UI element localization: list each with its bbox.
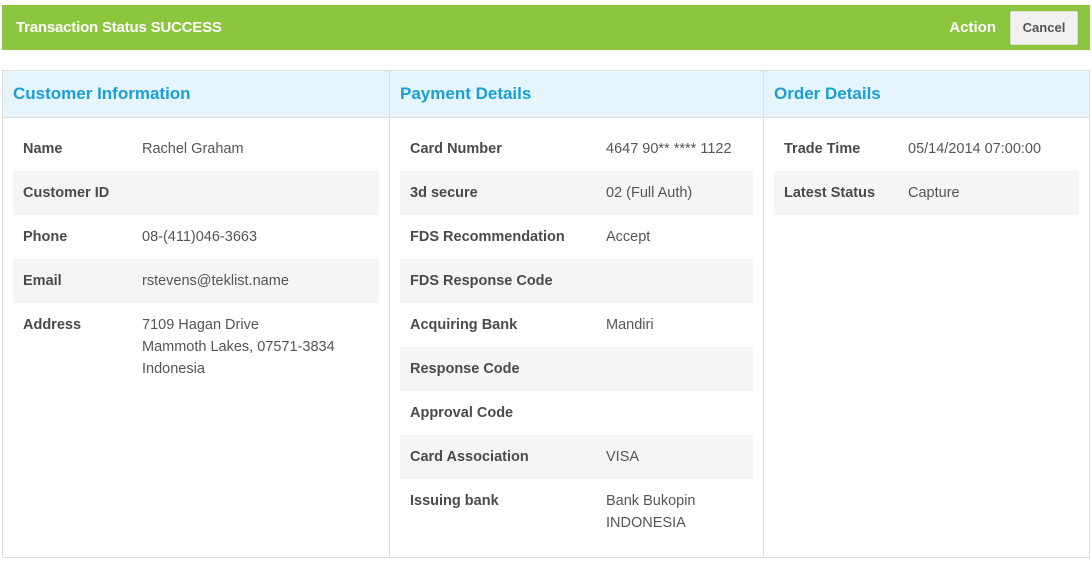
issuing-bank-value: Bank Bukopin INDONESIA [606,493,696,531]
latest-status-label: Latest Status [784,185,876,201]
customer-information-header: Customer Information [3,71,389,118]
3d-secure-label: 3d secure [410,185,478,201]
trade-time-row: Trade Time 05/14/2014 07:00:00 [774,127,1079,171]
header-actions: Action Cancel [949,5,1090,50]
fds-recommendation-value: Accept [606,229,651,245]
action-label[interactable]: Action [949,19,996,36]
payment-details-heading: Payment Details [400,84,532,103]
customer-address-value: 7109 Hagan Drive Mammoth Lakes, 07571-38… [142,317,335,377]
customer-email-value: rstevens@teklist.name [142,273,289,289]
card-association-row: Card Association VISA [400,435,753,479]
3d-secure-value: 02 (Full Auth) [606,185,693,201]
transaction-details: Customer Information Name Rachel Graham … [2,70,1090,558]
customer-phone-row: Phone 08-(411)046-3663 [13,215,379,259]
card-number-row: Card Number 4647 90** **** 1122 [400,127,753,171]
acquiring-bank-row: Acquiring Bank Mandiri [400,303,753,347]
response-code-row: Response Code [400,347,753,391]
customer-id-label: Customer ID [23,185,110,201]
trade-time-value: 05/14/2014 07:00:00 [908,141,1042,157]
customer-information-list: Name Rachel Graham Customer ID Phone 08-… [3,118,389,391]
customer-information-panel: Customer Information Name Rachel Graham … [3,71,390,557]
fds-response-code-label: FDS Response Code [410,273,553,289]
payment-details-header: Payment Details [390,71,763,118]
customer-name-label: Name [23,141,63,157]
card-association-value: VISA [606,449,640,465]
order-details-panel: Order Details Trade Time 05/14/2014 07:0… [764,71,1089,557]
trade-time-label: Trade Time [784,141,861,157]
customer-name-row: Name Rachel Graham [13,127,379,171]
approval-code-label: Approval Code [410,405,514,421]
response-code-label: Response Code [410,361,520,377]
customer-email-label: Email [23,273,62,289]
acquiring-bank-label: Acquiring Bank [410,317,518,333]
order-details-heading: Order Details [774,84,881,103]
customer-phone-label: Phone [23,229,68,245]
customer-address-label: Address [23,317,82,333]
transaction-status-bar: Transaction Status SUCCESS Action Cancel [2,5,1090,50]
acquiring-bank-value: Mandiri [606,317,654,333]
order-details-header: Order Details [764,71,1089,118]
approval-code-row: Approval Code [400,391,753,435]
customer-email-row: Email rstevens@teklist.name [13,259,379,303]
customer-phone-value: 08-(411)046-3663 [142,229,258,245]
issuing-bank-row: Issuing bank Bank Bukopin INDONESIA [400,479,753,545]
latest-status-value: Capture [908,185,960,201]
payment-details-list: Card Number 4647 90** **** 1122 3d secur… [390,118,763,545]
card-association-label: Card Association [410,449,529,465]
card-number-value: 4647 90** **** 1122 [606,141,732,157]
customer-address-row: Address 7109 Hagan Drive Mammoth Lakes, … [13,303,379,391]
fds-response-code-row: FDS Response Code [400,259,753,303]
fds-recommendation-label: FDS Recommendation [410,229,565,245]
3d-secure-row: 3d secure 02 (Full Auth) [400,171,753,215]
cancel-button[interactable]: Cancel [1010,10,1078,45]
page-title: Transaction Status SUCCESS [16,19,222,36]
card-number-label: Card Number [410,141,502,157]
payment-details-panel: Payment Details Card Number 4647 90** **… [390,71,764,557]
order-details-list: Trade Time 05/14/2014 07:00:00 Latest St… [764,118,1089,215]
fds-recommendation-row: FDS Recommendation Accept [400,215,753,259]
latest-status-row: Latest Status Capture [774,171,1079,215]
issuing-bank-label: Issuing bank [410,493,499,509]
customer-information-heading: Customer Information [13,84,191,103]
customer-name-value: Rachel Graham [142,141,244,157]
customer-id-row: Customer ID [13,171,379,215]
